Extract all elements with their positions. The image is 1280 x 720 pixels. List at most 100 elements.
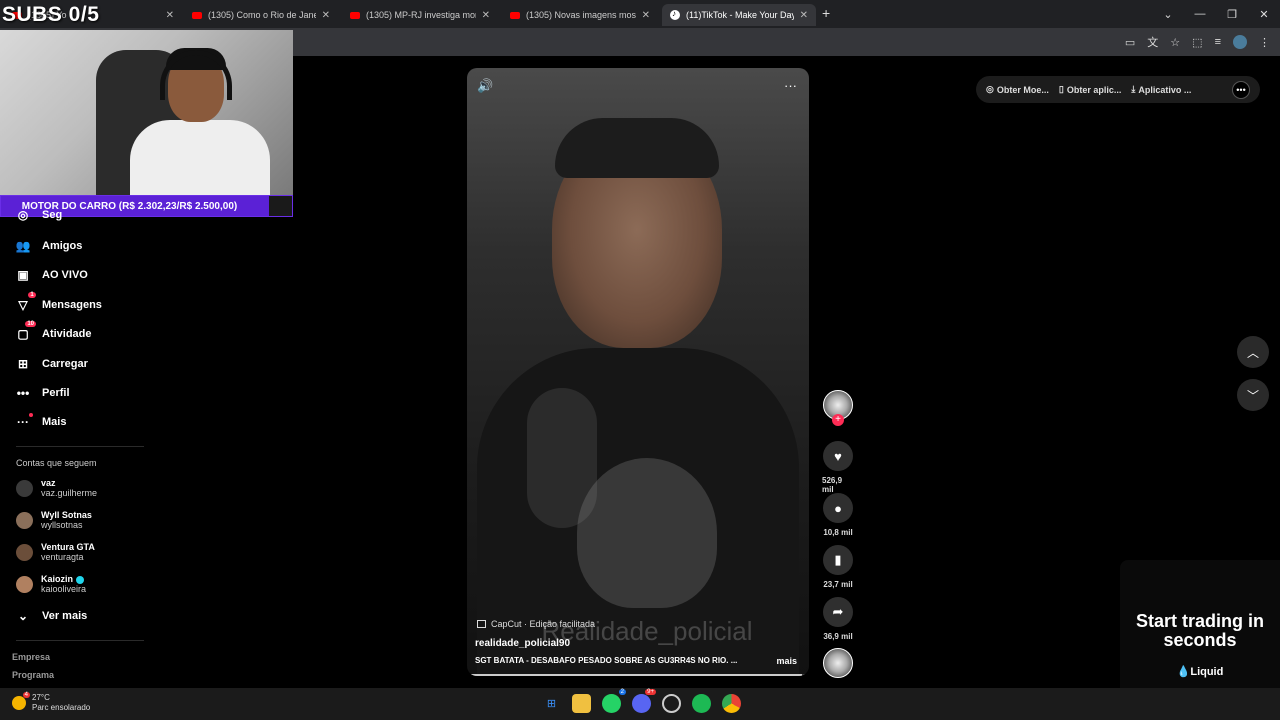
footer-link-program[interactable]: Programa bbox=[12, 670, 54, 680]
sidebar-item-live[interactable]: ▣ AO VIVO bbox=[16, 268, 88, 282]
comment-button[interactable]: ● 10,8 mil bbox=[822, 493, 854, 537]
capcut-tag[interactable]: CapCut · Edição facilitada bbox=[477, 619, 595, 629]
whatsapp-icon[interactable]: 2 bbox=[602, 689, 626, 713]
live-icon: ▣ bbox=[17, 268, 29, 282]
next-video-button[interactable]: ﹀ bbox=[1237, 379, 1269, 411]
following-account[interactable]: Wyll Sotnas wyllsotnas bbox=[16, 510, 92, 530]
streamer-shirt bbox=[130, 120, 270, 195]
new-tab-button[interactable]: + bbox=[822, 5, 830, 21]
chrome-icon[interactable] bbox=[722, 694, 741, 713]
get-app-button[interactable]: ▯ Obter aplic... bbox=[1059, 84, 1121, 95]
browser-tab-active[interactable]: (11)TikTok - Make Your Day ✕ bbox=[662, 4, 816, 26]
account-username: kaiooliveira bbox=[41, 584, 87, 594]
bookmark-star-icon[interactable]: ☆ bbox=[1170, 36, 1180, 49]
divider bbox=[16, 640, 144, 641]
close-tab-icon[interactable]: ✕ bbox=[482, 10, 490, 21]
sidebar-item-label: Perfil bbox=[42, 387, 70, 399]
messages-badge: 1 bbox=[28, 292, 36, 298]
following-account[interactable]: Ventura GTA venturagta bbox=[16, 542, 95, 562]
chevron-down-icon: ⌄ bbox=[17, 609, 29, 623]
video-progress-fill bbox=[467, 674, 803, 676]
file-explorer-icon[interactable] bbox=[572, 694, 591, 713]
profile-avatar[interactable] bbox=[1233, 35, 1247, 49]
share-count: 36,9 mil bbox=[823, 632, 853, 641]
sidebar-item-following[interactable]: ◎ Seg bbox=[16, 208, 62, 222]
browser-tab[interactable]: (1305) Novas imagens mostram ✕ bbox=[502, 4, 658, 26]
share-button[interactable]: ➦ 36,9 mil bbox=[822, 597, 854, 641]
creator-avatar-button[interactable]: + bbox=[822, 390, 854, 426]
music-disc-button[interactable] bbox=[822, 648, 854, 678]
discord-icon[interactable]: 9+ bbox=[632, 689, 656, 713]
chevron-down-icon: ﹀ bbox=[1246, 388, 1259, 403]
account-username: wyllsotnas bbox=[41, 520, 83, 530]
description-more-button[interactable]: mais bbox=[776, 656, 797, 666]
divider bbox=[16, 446, 144, 447]
sidebar-item-label: Seg bbox=[42, 209, 63, 221]
save-button[interactable]: ▮ 23,7 mil bbox=[822, 545, 854, 589]
obs-icon[interactable] bbox=[662, 694, 681, 713]
webcam-overlay bbox=[0, 30, 293, 195]
weather-widget[interactable]: 4 27°C Parc ensolarado bbox=[12, 692, 90, 713]
sidebar-item-friends[interactable]: 👥 Amigos bbox=[16, 239, 83, 253]
minimize-icon[interactable]: — bbox=[1184, 0, 1216, 28]
like-button[interactable]: ♥ 526,9 mil bbox=[822, 441, 854, 494]
sidebar-item-upload[interactable]: ⊞ Carregar bbox=[16, 357, 88, 371]
video-progress-bar[interactable] bbox=[467, 674, 809, 676]
ad-brand-label: Liquid bbox=[1190, 666, 1224, 678]
desktop-app-button[interactable]: ⤓ Aplicativo ... bbox=[1131, 84, 1191, 95]
tab-label: (1305) Como o Rio de Janeiro e bbox=[208, 10, 316, 20]
sidebar-item-label: Carregar bbox=[42, 358, 88, 370]
profile-icon: ••• bbox=[16, 386, 30, 400]
bookmark-icon: ▮ bbox=[823, 545, 853, 575]
windows-start-icon[interactable]: ⊞ bbox=[542, 694, 561, 713]
whatsapp-badge: 2 bbox=[618, 689, 626, 695]
close-tab-icon[interactable]: ✕ bbox=[800, 10, 808, 21]
droplet-icon: 💧 bbox=[1176, 666, 1191, 678]
account-name: Ventura GTA bbox=[41, 542, 95, 552]
chevron-up-icon: ︿ bbox=[1246, 345, 1259, 360]
cast-icon[interactable]: ▭ bbox=[1125, 36, 1135, 49]
following-account[interactable]: vaz vaz.guilherme bbox=[16, 478, 97, 498]
following-icon: ◎ bbox=[17, 208, 29, 222]
close-tab-icon[interactable]: ✕ bbox=[322, 10, 330, 21]
previous-video-button[interactable]: ︿ bbox=[1237, 336, 1269, 368]
download-icon: ⤓ bbox=[1131, 84, 1136, 94]
tiktok-icon bbox=[670, 9, 680, 20]
sidebar-item-more[interactable]: ··· Mais bbox=[16, 413, 67, 429]
close-tab-icon[interactable]: ✕ bbox=[642, 10, 650, 21]
dropdown-icon[interactable]: ⌄ bbox=[1152, 0, 1184, 28]
follow-plus-icon[interactable]: + bbox=[832, 414, 844, 426]
volume-icon[interactable]: 🔊 bbox=[477, 78, 493, 94]
capcut-label: CapCut · Edição facilitada bbox=[491, 619, 596, 629]
close-tab-icon[interactable]: ✕ bbox=[166, 10, 174, 21]
browser-tab[interactable]: (1305) Como o Rio de Janeiro e ✕ bbox=[184, 4, 338, 26]
footer-link-company[interactable]: Empresa bbox=[12, 652, 50, 662]
see-more-button[interactable]: ⌄ Ver mais bbox=[16, 609, 87, 623]
sidebar-item-label: Mensagens bbox=[42, 299, 102, 311]
translate-icon[interactable]: 文 bbox=[1147, 34, 1158, 50]
sidebar-item-label: Mais bbox=[42, 416, 67, 428]
close-window-icon[interactable]: ✕ bbox=[1248, 0, 1280, 28]
capcut-icon bbox=[477, 620, 486, 628]
browser-tab[interactable]: (1305) MP-RJ investiga mortes ✕ bbox=[342, 4, 498, 26]
following-account[interactable]: Kaiozin kaiooliveira bbox=[16, 574, 86, 594]
tab-label: (1305) Novas imagens mostram bbox=[526, 10, 636, 20]
like-count: 526,9 mil bbox=[822, 476, 843, 494]
upload-icon: ⊞ bbox=[17, 357, 29, 371]
extensions-icon[interactable]: ⬚ bbox=[1192, 36, 1202, 49]
video-player[interactable]: Realidade_policial 🔊 ··· CapCut · Edição… bbox=[467, 68, 809, 676]
media-controls-icon[interactable]: ≡ bbox=[1215, 36, 1221, 48]
profile-menu-icon[interactable]: ••• bbox=[1232, 80, 1250, 99]
sidebar-item-messages[interactable]: ▽ 1 Mensagens bbox=[16, 292, 102, 312]
more-options-icon[interactable]: ··· bbox=[784, 78, 797, 93]
avatar bbox=[16, 543, 33, 561]
maximize-icon[interactable]: ❐ bbox=[1216, 0, 1248, 28]
get-coins-button[interactable]: ◎ Obter Moe... bbox=[986, 84, 1049, 95]
sidebar-item-activity[interactable]: ▢ 10 Atividade bbox=[16, 321, 92, 341]
menu-kebab-icon[interactable]: ⋮ bbox=[1259, 36, 1270, 49]
ad-panel[interactable]: Start trading in seconds 💧Liquid bbox=[1120, 560, 1280, 690]
sidebar-item-label: AO VIVO bbox=[42, 269, 88, 281]
sidebar-item-profile[interactable]: ••• Perfil bbox=[16, 386, 70, 400]
video-author[interactable]: realidade_policial90 bbox=[475, 638, 570, 649]
spotify-icon[interactable] bbox=[692, 694, 711, 713]
